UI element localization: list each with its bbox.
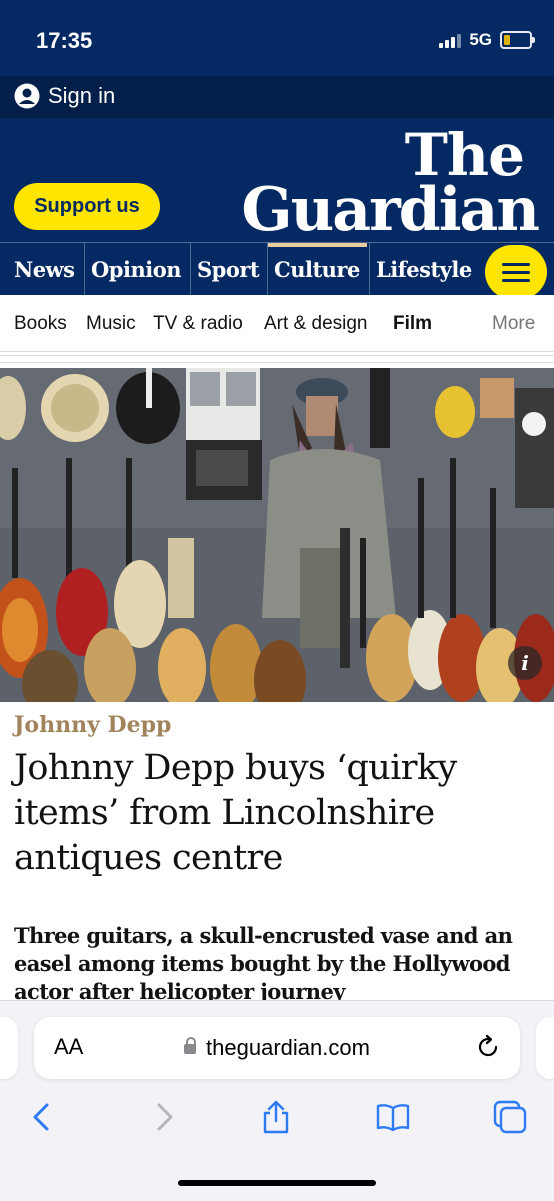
status-time: 17:35 [36,28,93,53]
back-icon[interactable] [24,1099,60,1135]
subnav-more[interactable]: More [492,313,535,335]
divider [0,355,554,356]
subnav-art-design[interactable]: Art & design [264,313,368,335]
logo-guardian: Guardian [241,175,540,245]
menu-button[interactable] [485,245,547,299]
lock-icon [184,1037,197,1054]
article-headline: Johnny Depp buys ‘quirky items’ from Lin… [14,748,457,878]
subnav-tv-radio[interactable]: TV & radio [153,313,243,335]
status-indicators: 5G [439,30,535,50]
pillar-news[interactable]: News [8,243,84,296]
guardian-logo[interactable]: The Guardian [241,126,540,245]
subnav-film[interactable]: Film [393,313,432,335]
masthead: Support us The Guardian [0,118,554,242]
signin-bar: Sign in [0,76,554,118]
pillar-culture[interactable]: Culture [267,243,367,296]
url-text: theguardian.com [206,1035,370,1060]
article-kicker[interactable]: Johnny Depp [14,712,171,738]
status-bar: 17:35 5G [0,0,554,76]
signin-label: Sign in [48,83,116,108]
battery-icon [500,31,535,49]
pillar-opinion[interactable]: Opinion [84,243,188,296]
signin-link[interactable]: Sign in [14,83,115,109]
guitar-shop-photo [0,368,554,702]
support-us-button[interactable]: Support us [14,183,160,230]
previous-tab-card[interactable] [0,1017,18,1079]
forward-icon[interactable] [146,1099,182,1135]
article-standfirst: Three guitars, a skull-encrusted vase an… [14,923,513,1002]
address-bar[interactable]: AA theguardian.com [34,1017,520,1079]
network-label: 5G [469,30,492,49]
url-display[interactable]: theguardian.com [34,1035,520,1061]
share-icon[interactable] [258,1099,294,1135]
article-hero-image [0,368,554,702]
subnav-books[interactable]: Books [14,313,67,335]
pillar-nav: News Opinion Sport Culture Lifestyle [0,242,554,296]
pillar-sport[interactable]: Sport [190,243,264,296]
next-tab-card[interactable] [536,1017,554,1079]
menu-icon [502,262,530,266]
reload-icon[interactable] [474,1033,502,1061]
signal-icon [439,32,462,48]
divider [0,362,554,363]
subnav-music[interactable]: Music [86,313,136,335]
tabs-icon[interactable] [492,1099,528,1135]
home-indicator[interactable] [178,1180,376,1186]
sub-nav: Books Music TV & radio Art & design Film… [0,295,554,352]
image-info-button[interactable]: i [508,646,542,680]
bookmarks-icon[interactable] [375,1099,411,1135]
browser-toolbar: AA theguardian.com [0,1000,554,1201]
user-icon [14,83,40,109]
pillar-lifestyle[interactable]: Lifestyle [369,243,481,296]
